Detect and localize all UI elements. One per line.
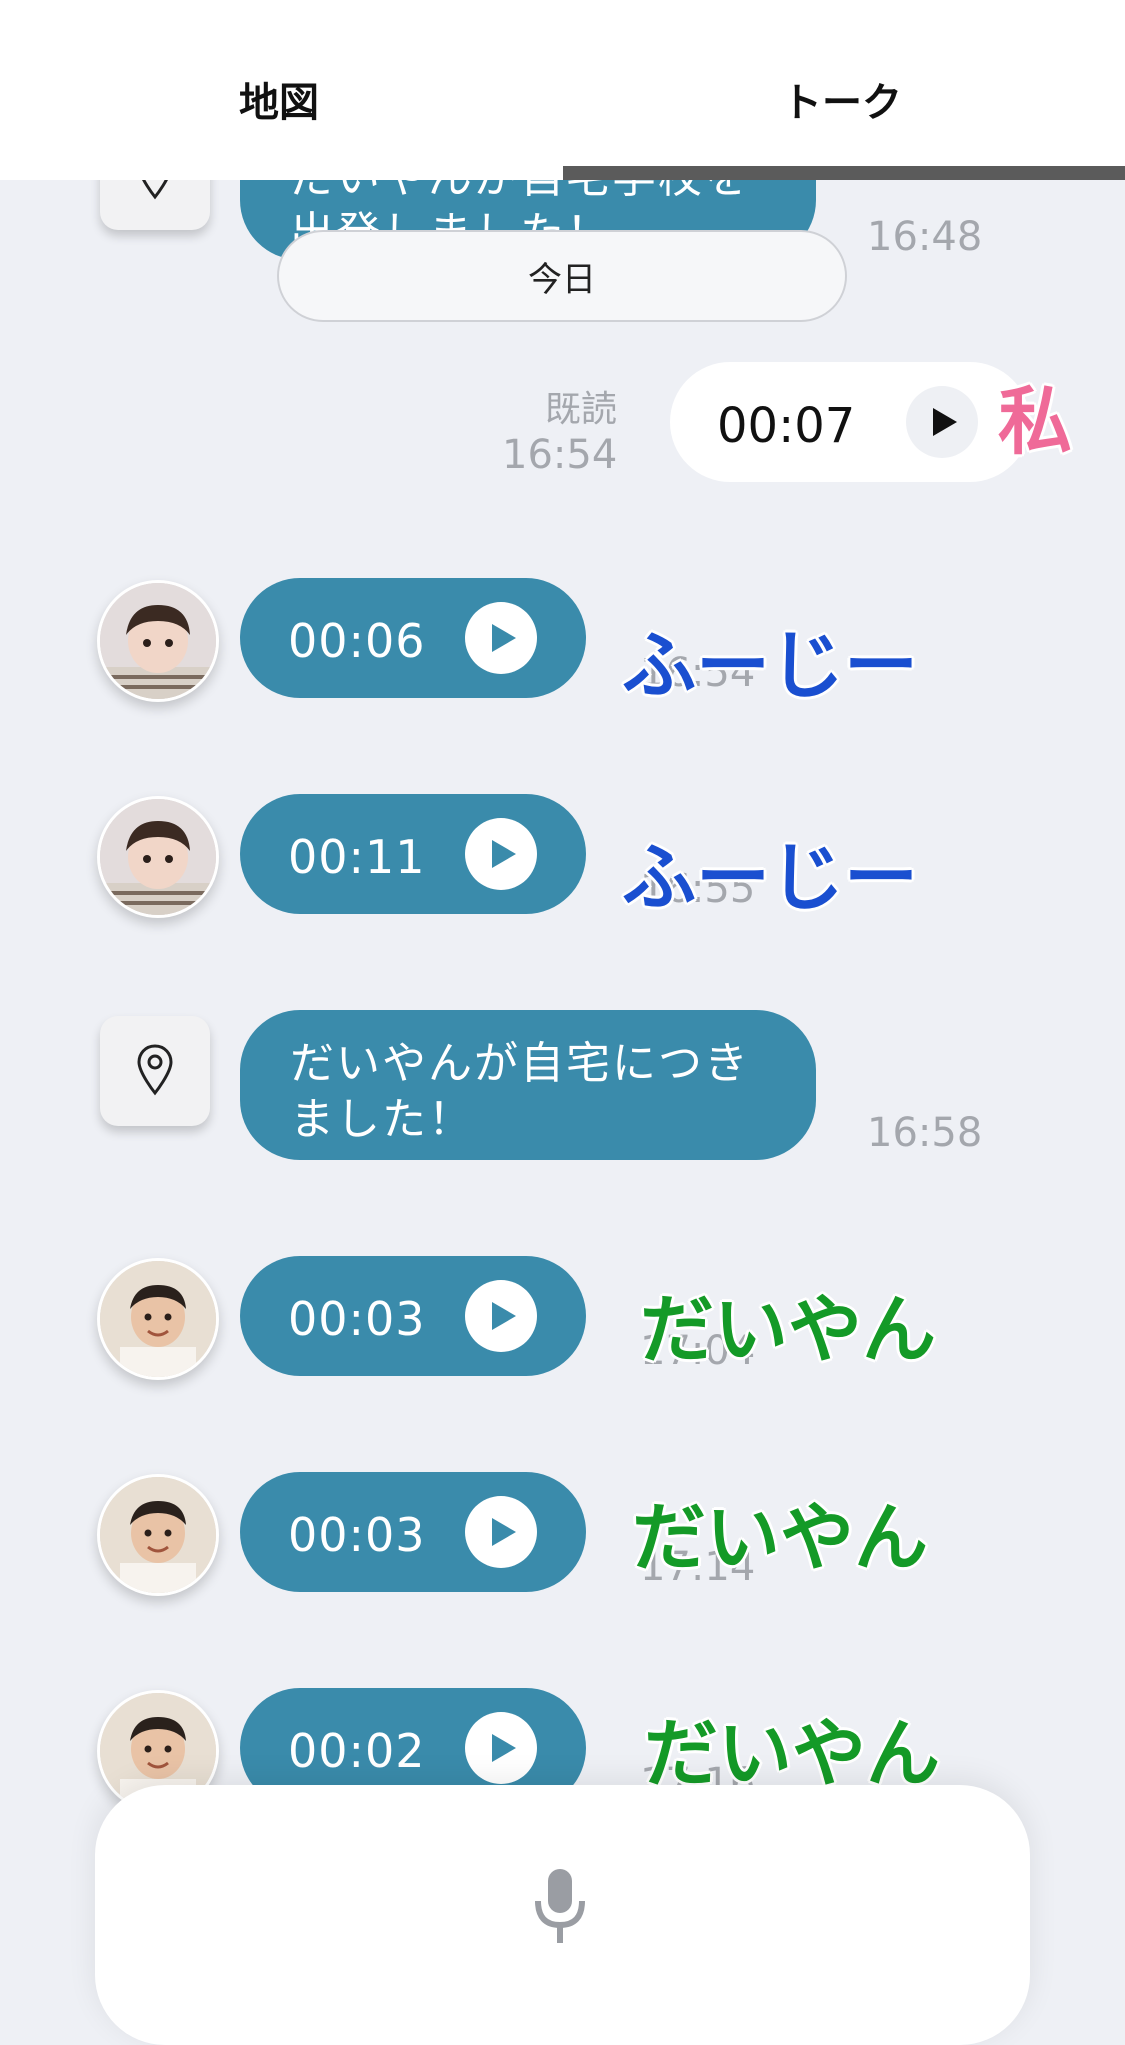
top-tab-bar: 地図 トーク: [0, 0, 1125, 180]
date-divider: 今日: [277, 230, 847, 322]
play-icon[interactable]: [465, 818, 537, 890]
avatar-fuji[interactable]: [97, 580, 219, 702]
voice-message[interactable]: 00:11: [240, 794, 586, 914]
voice-duration: 00:07: [717, 398, 856, 454]
sender-annotation: ふーじー: [622, 623, 918, 709]
avatar-daiyan[interactable]: [97, 1258, 219, 1380]
play-icon[interactable]: [465, 1280, 537, 1352]
read-receipt: 既読: [545, 389, 618, 430]
message-time: 16:54: [502, 432, 618, 478]
voice-duration: 00:11: [288, 830, 426, 884]
sender-annotation: ふーじー: [622, 835, 918, 921]
message-time: 16:48: [867, 214, 983, 260]
location-message-bubble: だいやんが自宅につきました！: [240, 1010, 816, 1160]
location-pin-icon: [100, 1016, 210, 1126]
active-tab-indicator: [563, 166, 1125, 180]
play-icon[interactable]: [465, 1712, 537, 1784]
message-time: 16:58: [867, 1110, 983, 1156]
message-text: だいやんが自宅につきました！: [290, 1038, 750, 1145]
voice-message[interactable]: 00:03: [240, 1472, 586, 1592]
voice-duration: 00:03: [288, 1292, 426, 1346]
voice-message[interactable]: 00:06: [240, 578, 586, 698]
voice-duration: 00:03: [288, 1508, 426, 1562]
voice-duration: 00:02: [288, 1724, 426, 1778]
voice-duration: 00:06: [288, 614, 426, 668]
sender-annotation: だいやん: [632, 1495, 928, 1581]
voice-input-bar[interactable]: [95, 1785, 1030, 2045]
play-icon[interactable]: [465, 1496, 537, 1568]
microphone-icon[interactable]: [530, 1867, 590, 1947]
voice-message[interactable]: 00:03: [240, 1256, 586, 1376]
avatar-daiyan[interactable]: [97, 1474, 219, 1596]
sender-annotation: だいやん: [640, 1287, 936, 1373]
play-icon[interactable]: [906, 386, 978, 458]
tab-map[interactable]: 地図: [239, 70, 319, 128]
avatar-fuji[interactable]: [97, 796, 219, 918]
sender-annotation: 私: [998, 379, 1072, 465]
tab-talk[interactable]: トーク: [782, 70, 902, 128]
my-voice-message[interactable]: 00:07: [670, 362, 1030, 482]
play-icon[interactable]: [465, 602, 537, 674]
